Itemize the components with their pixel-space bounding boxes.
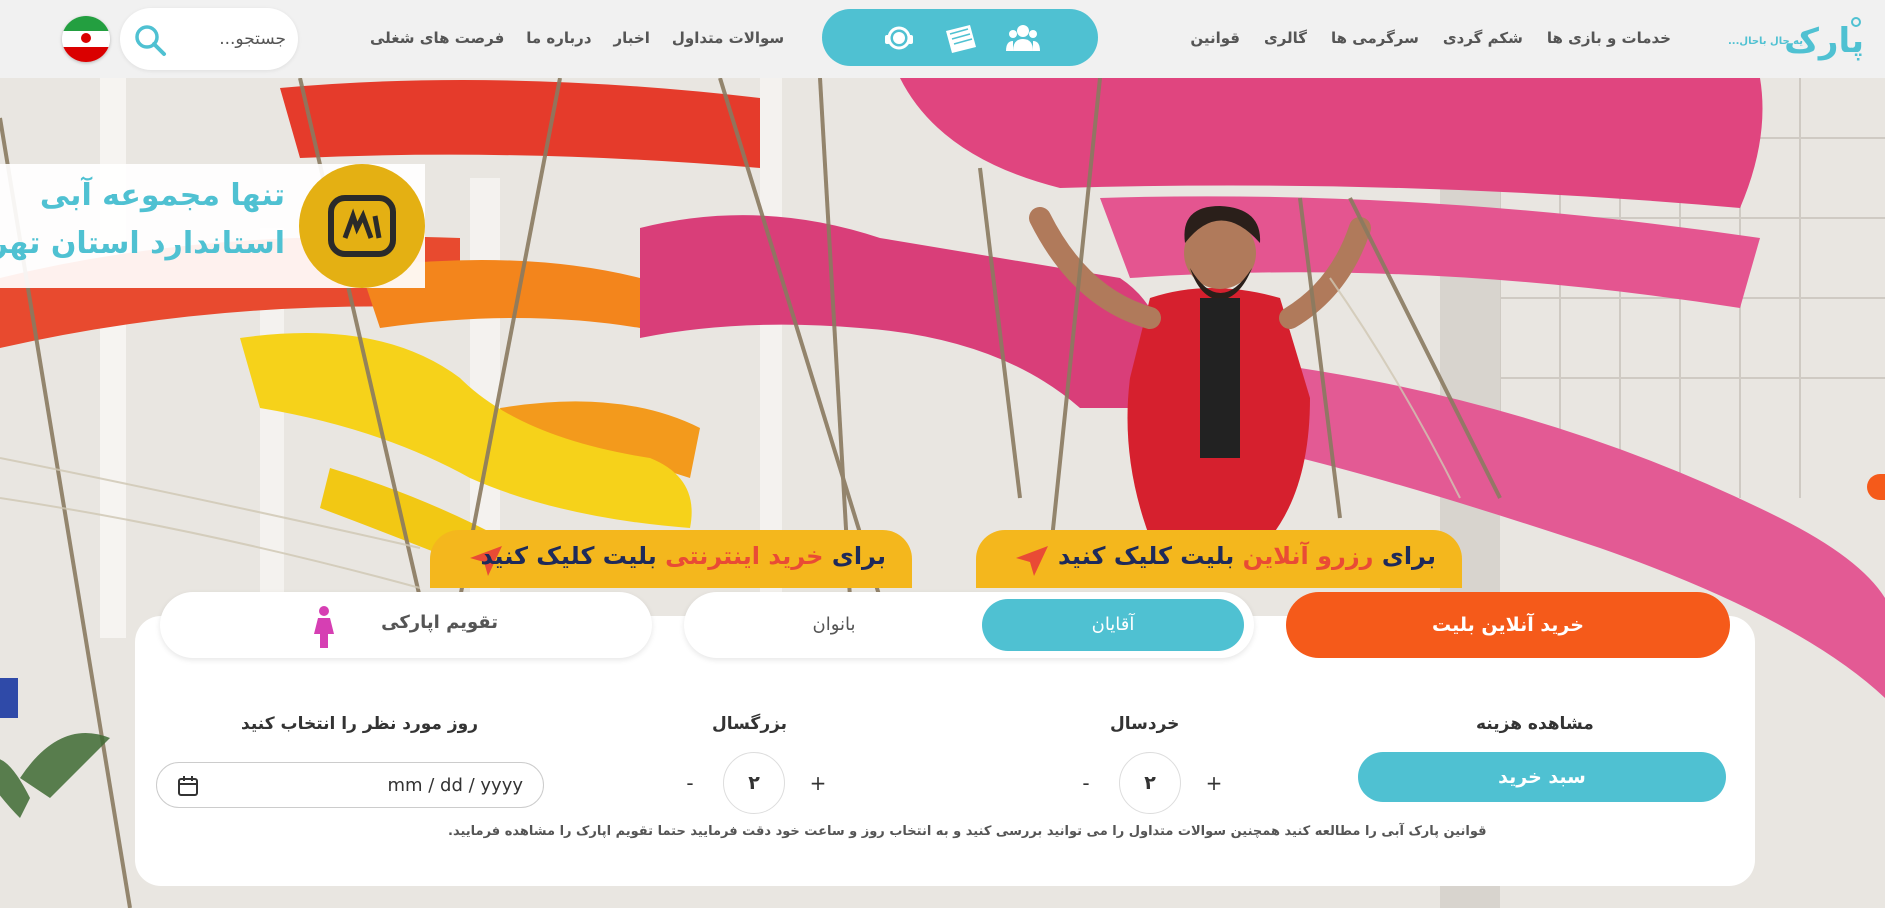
adult-counter: - ۲ + bbox=[679, 752, 839, 814]
search-icon[interactable] bbox=[130, 20, 170, 60]
child-count: ۲ bbox=[1119, 752, 1181, 814]
tab-park-calendar[interactable]: تقویم اپارکی bbox=[160, 592, 652, 658]
tab-park-calendar-label: تقویم اپارکی bbox=[381, 612, 498, 633]
date-input[interactable]: mm / dd / yyyy bbox=[156, 762, 544, 808]
woman-icon bbox=[314, 606, 334, 648]
nav-about[interactable]: درباره ما bbox=[526, 26, 591, 50]
pointer-arrow-icon bbox=[1016, 546, 1048, 576]
toggle-women[interactable]: بانوان bbox=[694, 599, 974, 651]
nav-food[interactable]: شکم گردی bbox=[1443, 26, 1523, 50]
badge-line2: استاندارد استان تهران bbox=[0, 226, 285, 261]
tab-buy-online-label: خرید آنلاین بلیت bbox=[1432, 614, 1584, 636]
top-header: سوالات متداول اخبار درباره ما فرصت های ش… bbox=[0, 0, 1885, 78]
ticket-icon[interactable] bbox=[944, 23, 978, 53]
nav-rules[interactable]: قوانین bbox=[1190, 26, 1240, 50]
standard-badge: تنها مجموعه آبی استاندارد استان تهران bbox=[0, 164, 425, 288]
support-icon[interactable] bbox=[882, 23, 916, 53]
quick-actions-pill bbox=[822, 9, 1098, 66]
adult-plus-button[interactable]: + bbox=[807, 770, 829, 796]
child-counter: - ۲ + bbox=[1075, 752, 1235, 814]
nav-faq[interactable]: سوالات متداول bbox=[672, 26, 784, 50]
promo-online-reserve-text: برای رزرو آنلاین بلیت کلیک کنید bbox=[1058, 542, 1436, 570]
adult-title: بزرگسال bbox=[712, 714, 788, 734]
search-input[interactable] bbox=[176, 25, 286, 53]
nav-left: سوالات متداول اخبار درباره ما فرصت های ش… bbox=[370, 26, 784, 50]
child-plus-button[interactable]: + bbox=[1203, 770, 1225, 796]
gender-toggle: بانوان آقایان bbox=[684, 592, 1254, 658]
badge-line1: تنها مجموعه آبی bbox=[39, 178, 285, 213]
calendar-icon[interactable] bbox=[177, 775, 199, 797]
child-minus-button[interactable]: - bbox=[1075, 770, 1097, 796]
promo-online-purchase-text: برای خرید اینترنتی بلیت کلیک کنید bbox=[480, 542, 886, 570]
nav-news[interactable]: اخبار bbox=[614, 26, 650, 50]
basket-button[interactable]: سبد خرید bbox=[1358, 752, 1726, 802]
booking-note: قوانین پارک آبی را مطالعه کنید همچنین سو… bbox=[448, 824, 1487, 839]
nav-careers[interactable]: فرصت های شغلی bbox=[370, 26, 504, 50]
iran-flag-icon[interactable] bbox=[62, 16, 110, 62]
adult-count: ۲ bbox=[723, 752, 785, 814]
date-title: روز مورد نظر را انتخاب کنید bbox=[241, 714, 479, 734]
adult-minus-button[interactable]: - bbox=[679, 770, 701, 796]
tab-buy-online[interactable]: خرید آنلاین بلیت bbox=[1286, 592, 1730, 658]
users-icon[interactable] bbox=[1006, 23, 1040, 53]
nav-entertainment[interactable]: سرگرمی ها bbox=[1331, 26, 1419, 50]
child-title: خردسال bbox=[1110, 714, 1180, 734]
cost-title: مشاهده هزینه bbox=[1476, 714, 1594, 734]
nav-gallery[interactable]: گالری bbox=[1264, 26, 1307, 50]
nav-services[interactable]: خدمات و بازی ها bbox=[1547, 26, 1671, 50]
promo-online-purchase[interactable]: برای خرید اینترنتی بلیت کلیک کنید bbox=[430, 530, 912, 588]
logo-tagline: یه حال باحال... bbox=[1728, 36, 1803, 47]
search-box bbox=[120, 8, 298, 70]
toggle-men[interactable]: آقایان bbox=[982, 599, 1244, 651]
site-logo[interactable]: پارک یه حال باحال... bbox=[1718, 12, 1868, 64]
nav-right: خدمات و بازی ها شکم گردی سرگرمی ها گالری… bbox=[1190, 26, 1671, 50]
date-placeholder: mm / dd / yyyy bbox=[387, 775, 523, 796]
promo-online-reserve[interactable]: برای رزرو آنلاین بلیت کلیک کنید bbox=[976, 530, 1462, 588]
standard-mark-icon bbox=[299, 164, 425, 288]
